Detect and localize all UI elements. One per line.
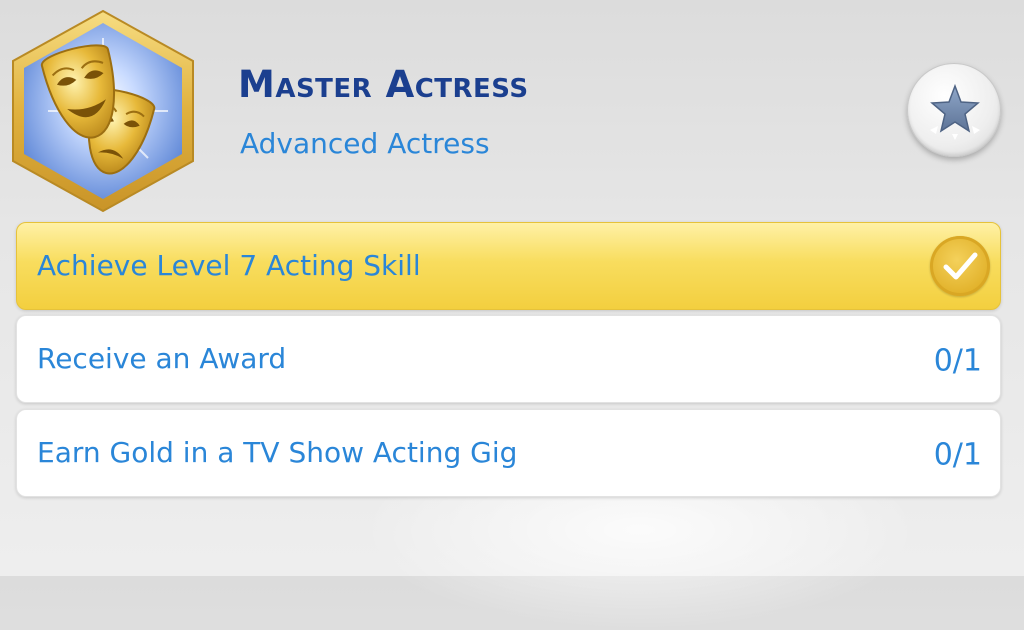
goal-row: Receive an Award 0/1 <box>16 315 1001 403</box>
goal-row: Earn Gold in a TV Show Acting Gig 0/1 <box>16 409 1001 497</box>
goal-progress: 0/1 <box>933 343 982 379</box>
star-icon <box>930 83 980 140</box>
checkmark-icon <box>930 236 990 296</box>
aspiration-subtitle: Advanced Actress <box>240 127 490 160</box>
reward-star-button[interactable] <box>907 63 1001 157</box>
goal-row-completed: Achieve Level 7 Acting Skill <box>16 222 1001 310</box>
goal-label: Achieve Level 7 Acting Skill <box>37 248 421 282</box>
aspiration-title: Master Actress <box>238 63 529 106</box>
goal-label: Receive an Award <box>37 341 287 375</box>
aspiration-badge-icon <box>8 8 198 214</box>
theater-masks-icon <box>12 9 194 213</box>
goal-label: Earn Gold in a TV Show Acting Gig <box>37 435 518 469</box>
goal-progress: 0/1 <box>933 437 982 473</box>
